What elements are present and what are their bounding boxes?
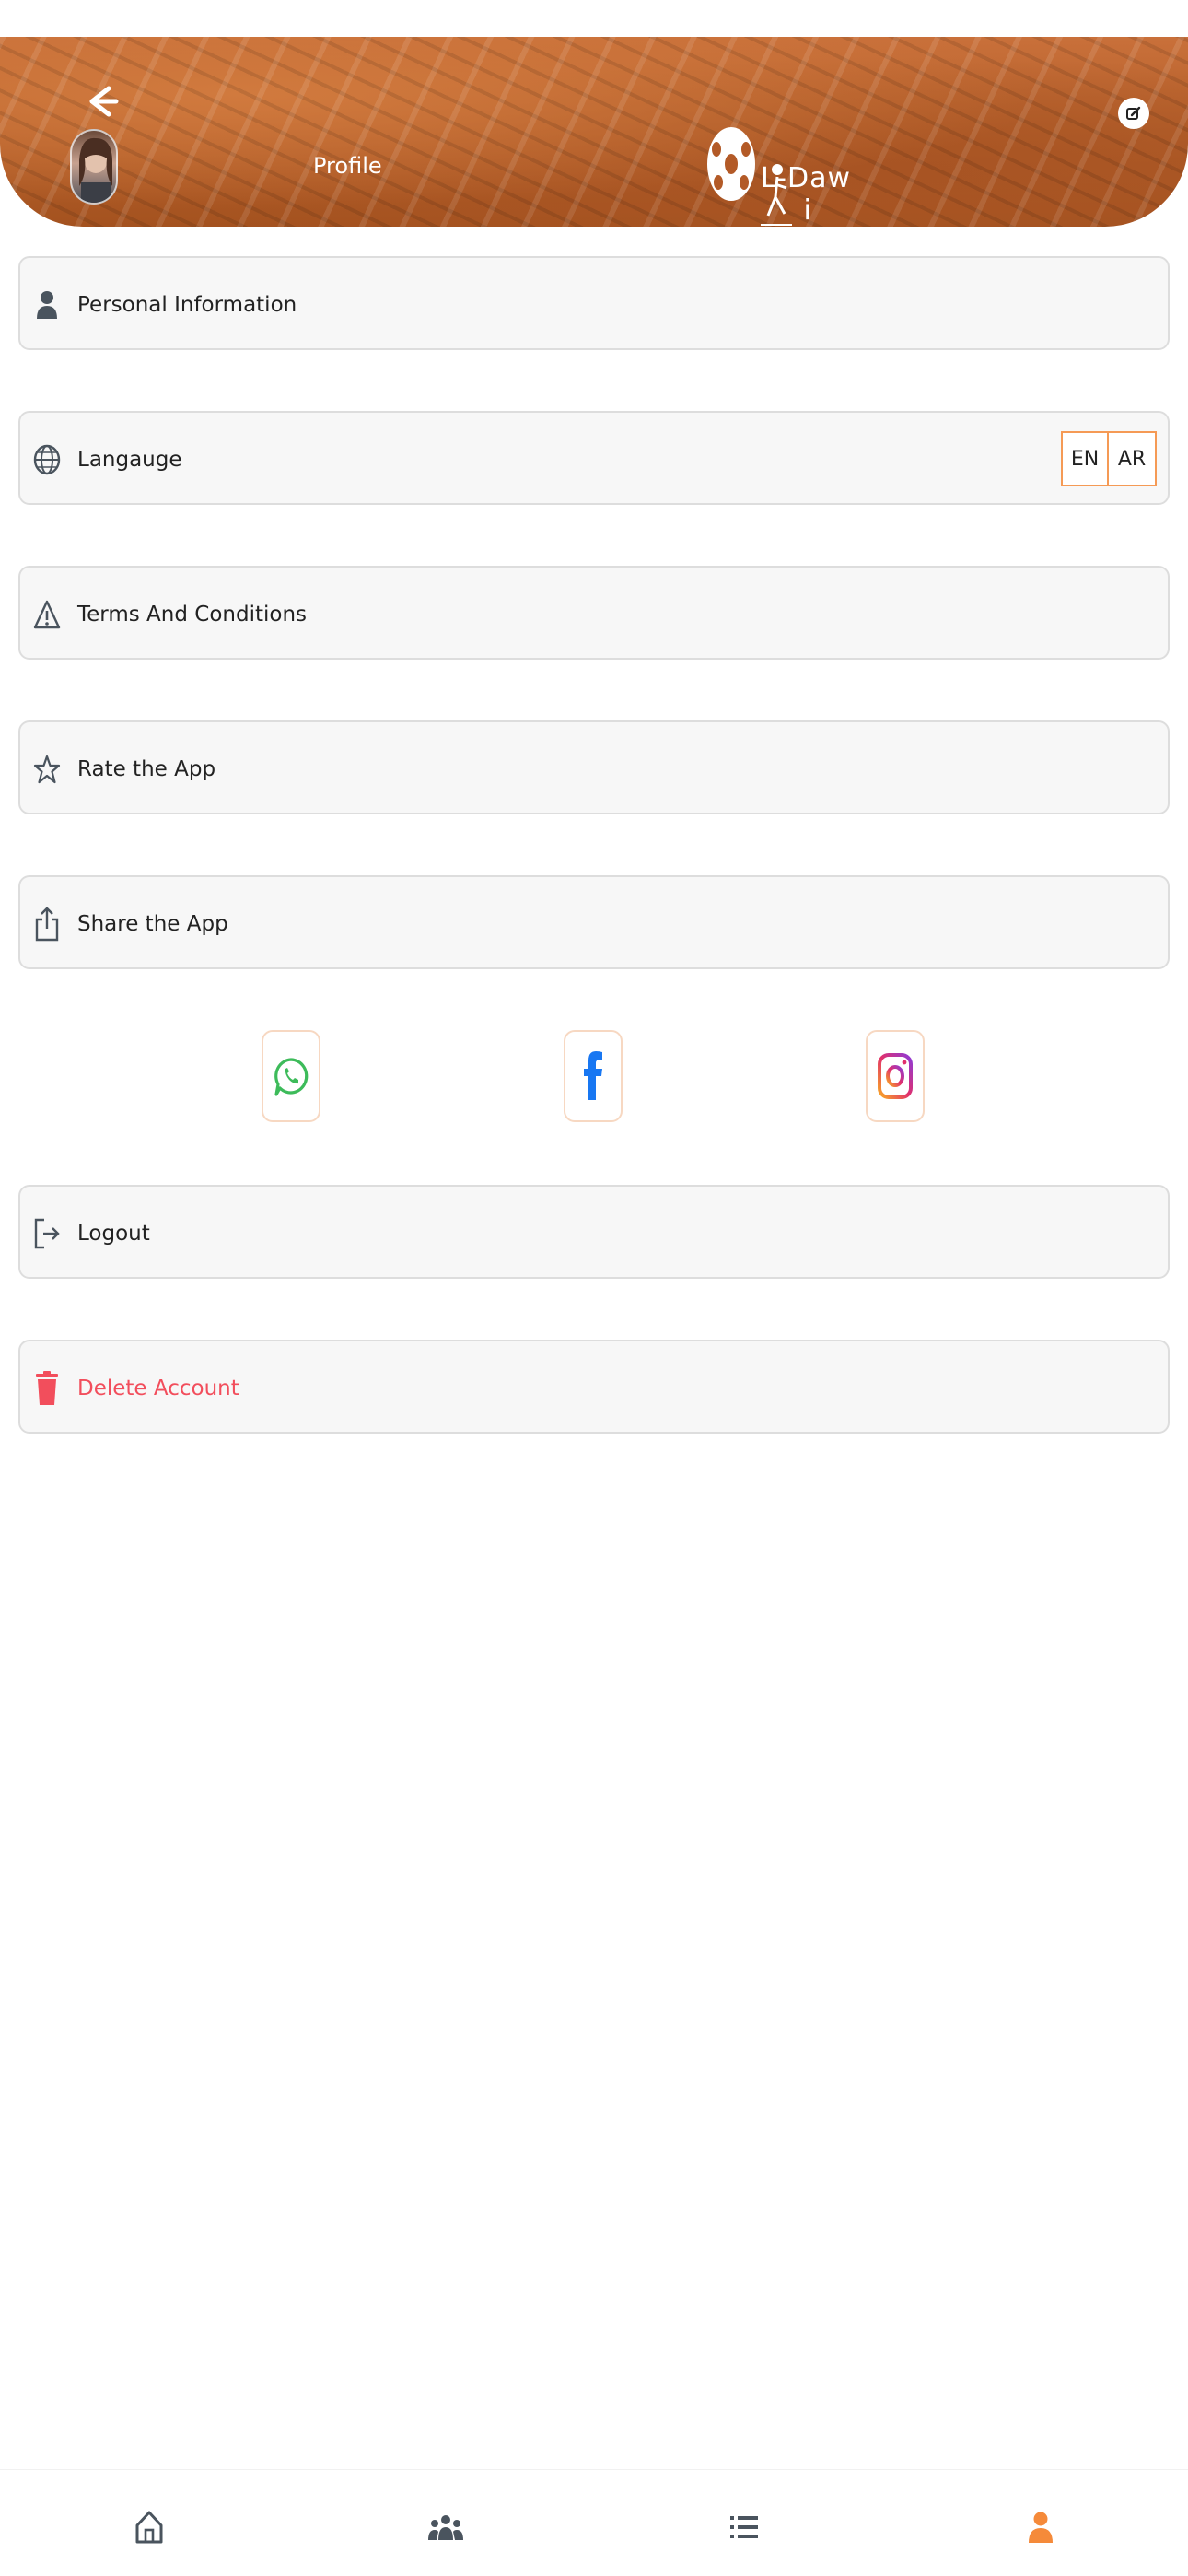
back-arrow-icon: [89, 86, 119, 117]
logout-icon: [31, 1216, 63, 1251]
nav-home[interactable]: [127, 2505, 171, 2549]
edit-profile-button[interactable]: [1118, 98, 1149, 129]
share-icon: [31, 907, 63, 942]
rate-app-row[interactable]: Rate the App: [18, 720, 1170, 814]
terms-row[interactable]: Terms And Conditions: [18, 566, 1170, 660]
logout-row[interactable]: Logout: [18, 1185, 1170, 1279]
profile-icon: [1029, 2512, 1053, 2543]
group-icon: [428, 2515, 463, 2540]
star-icon: [31, 752, 63, 787]
facebook-button[interactable]: [564, 1030, 623, 1122]
bottom-navigation: [0, 2469, 1188, 2576]
language-option-ar[interactable]: AR: [1109, 431, 1157, 486]
list-icon: [730, 2516, 758, 2538]
rate-app-label: Rate the App: [77, 757, 216, 781]
logo-text: L-Daw i: [761, 162, 880, 227]
warning-icon: [31, 597, 63, 632]
person-icon: [31, 287, 63, 322]
globe-icon: [31, 442, 63, 477]
nav-groups[interactable]: [424, 2505, 468, 2549]
avatar[interactable]: [70, 129, 118, 205]
delete-account-row[interactable]: Delete Account: [18, 1340, 1170, 1434]
trash-icon: [31, 1371, 63, 1406]
nav-profile[interactable]: [1019, 2505, 1063, 2549]
whatsapp-button[interactable]: [262, 1030, 320, 1122]
share-app-label: Share the App: [77, 912, 228, 936]
app-logo: L-Daw i: [705, 125, 880, 227]
profile-header: Profile L-Daw i: [0, 37, 1188, 227]
terms-label: Terms And Conditions: [77, 603, 308, 626]
share-app-row[interactable]: Share the App: [18, 875, 1170, 969]
language-row: Langauge EN AR: [18, 411, 1170, 505]
instagram-button[interactable]: [866, 1030, 925, 1122]
personal-information-label: Personal Information: [77, 293, 297, 317]
logout-label: Logout: [77, 1222, 150, 1246]
personal-information-row[interactable]: Personal Information: [18, 256, 1170, 350]
language-toggle: EN AR: [1061, 431, 1157, 486]
language-option-en[interactable]: EN: [1061, 431, 1109, 486]
page-title: Profile: [313, 153, 382, 179]
soccer-ball-icon: [707, 127, 755, 201]
back-button[interactable]: [81, 81, 122, 122]
edit-icon: [1126, 106, 1141, 120]
home-icon: [135, 2511, 163, 2544]
whatsapp-icon: [274, 1058, 309, 1096]
instagram-icon: [878, 1053, 913, 1099]
player-icon: [761, 163, 792, 226]
facebook-icon: [584, 1051, 602, 1100]
language-label: Langauge: [77, 448, 182, 472]
nav-list[interactable]: [722, 2505, 766, 2549]
delete-account-label: Delete Account: [77, 1376, 239, 1400]
